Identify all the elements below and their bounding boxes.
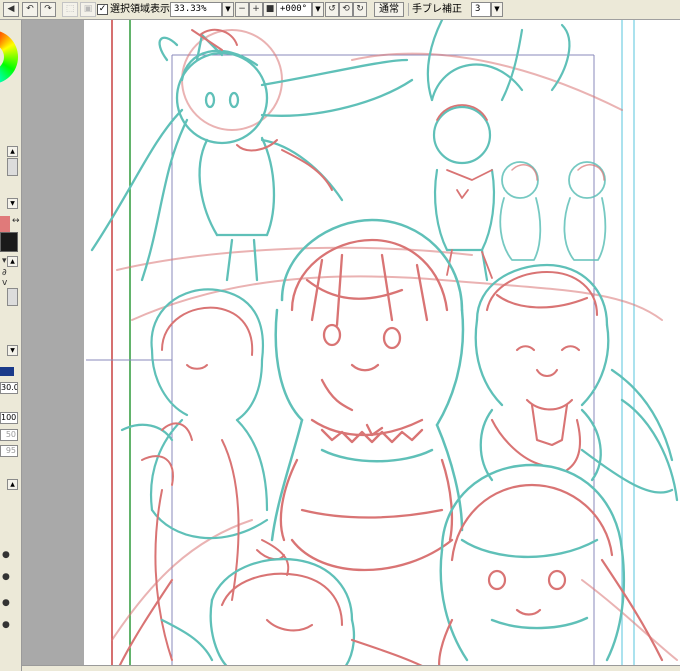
transparent-color-icon[interactable]: ▾: [2, 256, 7, 266]
rotation-dropdown-icon[interactable]: ▼: [312, 2, 324, 17]
background-color-swatch[interactable]: [0, 232, 18, 252]
toolbar: ◀ ↶ ↷ ⬚ ▣ ✓ 選択領域表示 33.33% ▼ − + ■ +000° …: [0, 0, 680, 20]
color-wheel[interactable]: [0, 30, 18, 84]
scroll-up-icon[interactable]: ▲: [7, 479, 18, 490]
brush-dot-icon[interactable]: ●: [2, 572, 10, 582]
brush-preview[interactable]: [0, 367, 14, 376]
blend-mode-button[interactable]: 通常: [374, 2, 404, 17]
stabilizer-field[interactable]: 3: [471, 2, 491, 17]
invert-selection-icon[interactable]: ▣: [80, 2, 96, 17]
rotate-reset-icon[interactable]: ⟲: [339, 2, 353, 17]
drawing-canvas[interactable]: [22, 20, 680, 671]
brush-dot-icon[interactable]: ●: [2, 620, 10, 630]
swap-colors-icon[interactable]: ↔: [12, 216, 20, 226]
brush-dot-icon[interactable]: ●: [2, 550, 10, 560]
stabilizer-label: 手ブレ補正: [412, 4, 462, 15]
scroll-up-icon[interactable]: ▲: [7, 146, 18, 157]
zoom-in-icon[interactable]: +: [249, 2, 263, 17]
scroll-up-icon[interactable]: ▲: [7, 256, 18, 267]
sketch-artwork: [86, 20, 679, 671]
brush-density-field[interactable]: 100: [0, 412, 18, 424]
brush-dilution-field[interactable]: 95: [0, 445, 18, 457]
scrollbar-thumb[interactable]: [7, 158, 18, 176]
toolbar-divider: [408, 3, 409, 16]
scrollbar-thumb[interactable]: [7, 288, 18, 306]
rotate-left-icon[interactable]: ↺: [325, 2, 339, 17]
zoom-out-icon[interactable]: −: [235, 2, 249, 17]
brush-size-field[interactable]: 30.0: [0, 382, 18, 394]
zoom-reset-icon[interactable]: ■: [263, 2, 277, 17]
rotate-right-icon[interactable]: ↻: [353, 2, 367, 17]
brush-blending-field[interactable]: 50: [0, 429, 18, 441]
left-arrow-icon[interactable]: ◀: [3, 2, 19, 17]
scroll-down-icon[interactable]: ▼: [7, 198, 18, 209]
hand-icon[interactable]: ⅴ: [2, 278, 7, 288]
deselect-icon[interactable]: ⬚: [62, 2, 78, 17]
redo-icon[interactable]: ↷: [40, 2, 56, 17]
left-tool-panel: ▲ ▼ ↔ ▾ ▲ ∂ ⅴ ▼ 30.0 100 50 95 ▲ ● ● ● ●: [0, 20, 22, 671]
canvas-horizontal-scrollbar[interactable]: [22, 665, 680, 671]
zoom-dropdown-icon[interactable]: ▼: [222, 2, 234, 17]
scroll-down-icon[interactable]: ▼: [7, 345, 18, 356]
show-selection-label: 選択領域表示: [110, 4, 170, 15]
stabilizer-dropdown-icon[interactable]: ▼: [491, 2, 503, 17]
rotation-field[interactable]: +000°: [276, 2, 312, 17]
show-selection-checkbox[interactable]: ✓: [97, 4, 108, 15]
lasso-icon[interactable]: ∂: [2, 268, 7, 278]
undo-icon[interactable]: ↶: [22, 2, 38, 17]
zoom-field[interactable]: 33.33%: [170, 2, 222, 17]
brush-dot-icon[interactable]: ●: [2, 598, 10, 608]
